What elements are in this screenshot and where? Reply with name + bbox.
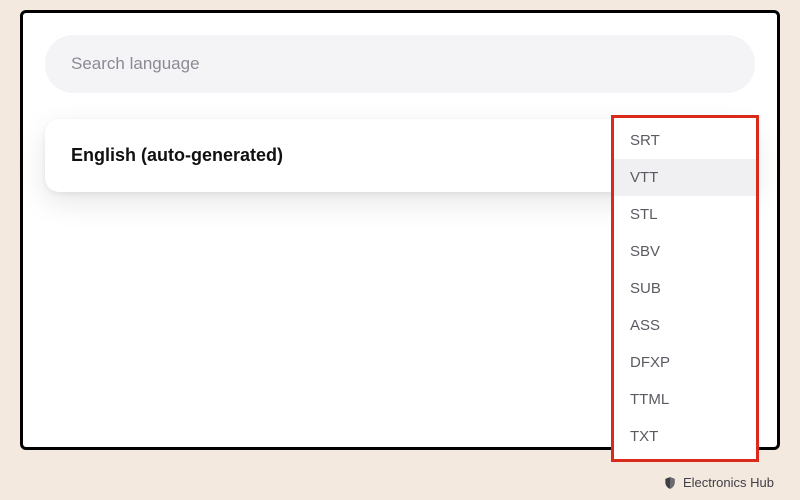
format-option-ttml[interactable]: TTML bbox=[614, 381, 756, 418]
format-option-vtt[interactable]: VTT bbox=[614, 159, 756, 196]
shield-icon bbox=[663, 476, 677, 490]
format-option-srt[interactable]: SRT bbox=[614, 122, 756, 159]
search-placeholder: Search language bbox=[71, 54, 200, 74]
format-option-ass[interactable]: ASS bbox=[614, 307, 756, 344]
search-language-input[interactable]: Search language bbox=[45, 35, 755, 93]
language-label: English (auto-generated) bbox=[71, 145, 283, 166]
format-option-label: VTT bbox=[630, 169, 658, 186]
format-option-label: TTML bbox=[630, 391, 669, 408]
language-card[interactable]: English (auto-generated) SRTVTTSTLSBVSUB… bbox=[45, 119, 755, 192]
format-option-label: SRT bbox=[630, 132, 660, 149]
format-option-sbv[interactable]: SBV bbox=[614, 233, 756, 270]
format-option-label: ASS bbox=[630, 317, 660, 334]
format-option-txt[interactable]: TXT bbox=[614, 418, 756, 455]
watermark-text: Electronics Hub bbox=[683, 475, 774, 490]
main-panel: Search language English (auto-generated)… bbox=[20, 10, 780, 450]
format-option-label: SUB bbox=[630, 280, 661, 297]
format-option-label: STL bbox=[630, 206, 658, 223]
format-option-stl[interactable]: STL bbox=[614, 196, 756, 233]
subtitle-format-dropdown[interactable]: SRT VTT STL SBV SUB ASS DFXP TTML TXT bbox=[611, 115, 759, 462]
format-option-label: TXT bbox=[630, 428, 658, 445]
format-option-label: DFXP bbox=[630, 354, 670, 371]
format-option-sub[interactable]: SUB bbox=[614, 270, 756, 307]
format-option-label: SBV bbox=[630, 243, 660, 260]
watermark: Electronics Hub bbox=[663, 475, 774, 490]
format-option-dfxp[interactable]: DFXP bbox=[614, 344, 756, 381]
